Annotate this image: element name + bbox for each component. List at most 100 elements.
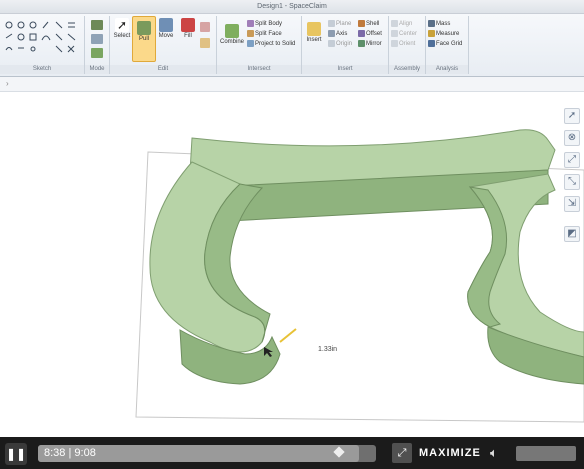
split-body-label: Split Body: [255, 21, 283, 28]
design-canvas[interactable]: 1.33in: [0, 92, 584, 437]
orient-button[interactable]: Orient: [391, 40, 415, 48]
zoom-icon[interactable]: ⤡: [564, 174, 580, 190]
group-label-insert: Insert: [302, 65, 388, 74]
move-label: Move: [158, 33, 174, 39]
sketch-mode-icon[interactable]: [91, 20, 103, 30]
offset-button[interactable]: Offset: [358, 30, 382, 38]
split-face-label: Split Face: [255, 31, 282, 38]
project-label: Project to Solid: [255, 41, 296, 48]
mass-button[interactable]: Mass: [428, 20, 450, 28]
fill-icon: [181, 18, 195, 32]
measure-label: Measure: [436, 31, 460, 38]
axis-button[interactable]: Axis: [328, 30, 347, 38]
group-label-edit: Edit: [110, 65, 216, 74]
axis-icon: [328, 30, 335, 37]
group-label-analysis: Analysis: [426, 65, 468, 74]
pull-tool-button[interactable]: Pull: [132, 16, 156, 62]
options-chevron-icon[interactable]: ›: [6, 79, 9, 88]
pause-icon[interactable]: ❚❚: [5, 443, 27, 465]
seek-bar[interactable]: 8:38 | 9:08: [38, 445, 376, 462]
shell-button[interactable]: Shell: [358, 20, 379, 28]
select-label: Select: [113, 33, 131, 39]
orient-icon: [391, 40, 398, 47]
total-time: 9:08: [74, 447, 96, 459]
measure-icon: [428, 30, 435, 37]
fill-label: Fill: [184, 33, 192, 39]
section-mode-icon[interactable]: [91, 34, 103, 44]
maximize-icon[interactable]: ⤢: [392, 443, 412, 463]
dimension-label: 1.33in: [318, 346, 338, 353]
group-label-assembly: Assembly: [389, 65, 425, 74]
current-time: 8:38: [44, 447, 66, 459]
ribbon-toolbar: Sketch Mode ➚ Select Pull Move Fill Edit: [0, 14, 584, 77]
combine-icon: [225, 24, 239, 38]
folder-icon: [307, 22, 321, 36]
face-grid-icon: [428, 40, 435, 47]
center-label: Center: [399, 31, 418, 38]
shell-icon: [358, 20, 365, 27]
align-button[interactable]: Align: [391, 20, 412, 28]
mirror-label: Mirror: [366, 41, 382, 48]
insert-button[interactable]: Insert: [304, 22, 324, 43]
select-arrow-icon[interactable]: ➚: [564, 108, 580, 124]
combine-button[interactable]: Combine: [219, 24, 245, 45]
origin-label: Origin: [336, 41, 353, 48]
split-face-icon: [247, 30, 254, 37]
select-tool-button[interactable]: ➚ Select: [112, 18, 132, 39]
insert-label: Insert: [306, 37, 322, 43]
mass-label: Mass: [436, 21, 451, 28]
cursor-arrow-icon: ➚: [115, 18, 129, 32]
move-icon: [159, 18, 173, 32]
window-titlebar: Design1 - SpaceClaim: [0, 0, 584, 14]
ribbon-group-edit: ➚ Select Pull Move Fill Edit: [110, 16, 217, 74]
window-title: Design1 - SpaceClaim: [257, 3, 327, 10]
speaker-icon[interactable]: 🔈︎: [490, 437, 498, 469]
mass-icon: [428, 20, 435, 27]
measure-button[interactable]: Measure: [428, 30, 459, 38]
pull-label: Pull: [138, 36, 149, 42]
orient-label: Orient: [399, 41, 416, 48]
volume-slider[interactable]: [516, 446, 576, 461]
pan-icon[interactable]: ⤢: [564, 152, 580, 168]
plane-button[interactable]: Plane: [328, 20, 351, 28]
origin-icon: [328, 40, 335, 47]
sketch-tool-icons[interactable]: [4, 20, 80, 60]
shell-label: Shell: [366, 21, 380, 28]
3d-mode-icon[interactable]: [91, 48, 103, 58]
ribbon-group-sketch: Sketch: [0, 16, 85, 74]
origin-button[interactable]: Origin: [328, 40, 352, 48]
project-to-solid-button[interactable]: Project to Solid: [247, 40, 295, 48]
viewport-tool-strip: ➚ ⊗ ⤢ ⤡ ⇲ ◩: [564, 108, 580, 248]
offset-icon: [358, 30, 365, 37]
group-label-sketch: Sketch: [0, 65, 84, 74]
combine-label: Combine: [219, 39, 244, 45]
ribbon-group-analysis: Mass Measure Face Grid Analysis: [426, 16, 469, 74]
pull-icon: [137, 21, 151, 35]
move-tool-button[interactable]: Move: [156, 18, 176, 39]
face-grid-button[interactable]: Face Grid: [428, 40, 462, 48]
fly-icon[interactable]: ⇲: [564, 196, 580, 212]
group-label-intersect: Intersect: [217, 65, 301, 74]
maximize-label[interactable]: MAXIMIZE: [419, 437, 481, 469]
split-body-button[interactable]: Split Body: [247, 20, 282, 28]
split-face-button[interactable]: Split Face: [247, 30, 282, 38]
options-bar: ›: [0, 77, 584, 92]
tweak-face-icon[interactable]: [200, 38, 210, 48]
group-label-mode: Mode: [85, 65, 109, 74]
split-body-icon: [247, 20, 254, 27]
ribbon-group-insert: Insert Plane Axis Origin Shell Offset Mi…: [302, 16, 389, 74]
fill-tool-button[interactable]: Fill: [178, 18, 198, 39]
sketch-tools-grid: [4, 20, 80, 60]
center-button[interactable]: Center: [391, 30, 417, 38]
offset-label: Offset: [366, 31, 382, 38]
model-viewport[interactable]: [0, 92, 584, 437]
face-grid-label: Face Grid: [436, 41, 463, 48]
video-player-bar: ❚❚ 8:38 | 9:08 ⤢ MAXIMIZE 🔈︎: [0, 437, 584, 469]
ribbon-group-mode: Mode: [85, 16, 110, 74]
spin-icon[interactable]: ⊗: [564, 130, 580, 146]
project-icon: [247, 40, 254, 47]
plane-icon: [328, 20, 335, 27]
mirror-button[interactable]: Mirror: [358, 40, 382, 48]
blend-icon[interactable]: [200, 22, 210, 32]
pull-guide-icon[interactable]: ◩: [564, 226, 580, 242]
